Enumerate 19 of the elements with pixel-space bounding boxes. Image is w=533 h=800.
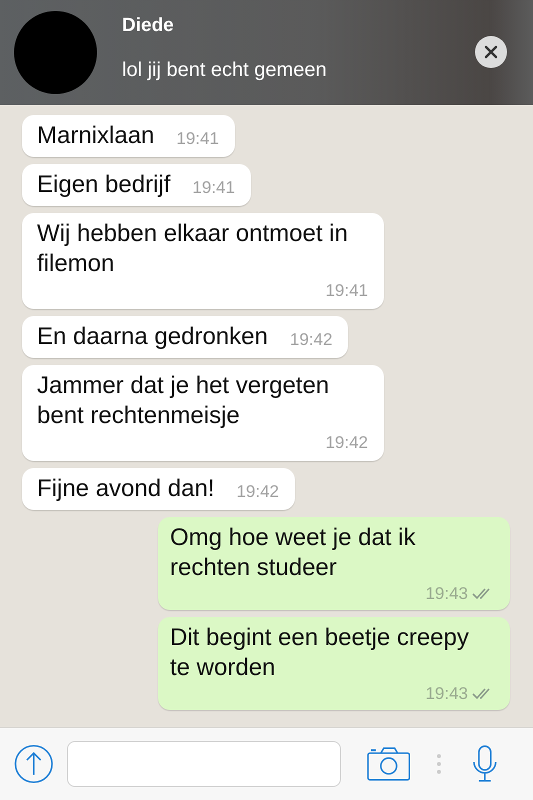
notification-banner[interactable]: Diede lol jij bent echt gemeen: [0, 0, 533, 105]
message-time: 19:42: [235, 481, 280, 503]
message-text: Dit begint een beetje creepy te worden: [170, 623, 470, 683]
message-time: 19:41: [175, 128, 219, 150]
message-text: Eigen bedrijf: [37, 170, 170, 200]
message-time: 19:41: [324, 280, 368, 302]
message-time: 19:43: [425, 583, 468, 605]
message-text: Wij hebben elkaar ontmoet in filemon: [37, 219, 349, 279]
message-text: Omg hoe weet je dat ik rechten studeer: [170, 523, 416, 583]
message-time: 19:41: [191, 177, 235, 199]
sender-name: Diede: [122, 15, 175, 37]
message-time: 19:42: [324, 432, 368, 454]
message-text: Jammer dat je het vergeten bent rechtenmeisje: [37, 371, 330, 431]
message-time: 19:43: [425, 683, 468, 705]
message-text: En daarna gedronken: [37, 322, 268, 352]
message-time: 19:42: [288, 329, 332, 351]
message-preview: lol jij bent echt gemeen: [122, 59, 328, 82]
message-text: Fijne avond dan!: [37, 474, 214, 504]
message-text: Marnixlaan: [37, 121, 154, 151]
